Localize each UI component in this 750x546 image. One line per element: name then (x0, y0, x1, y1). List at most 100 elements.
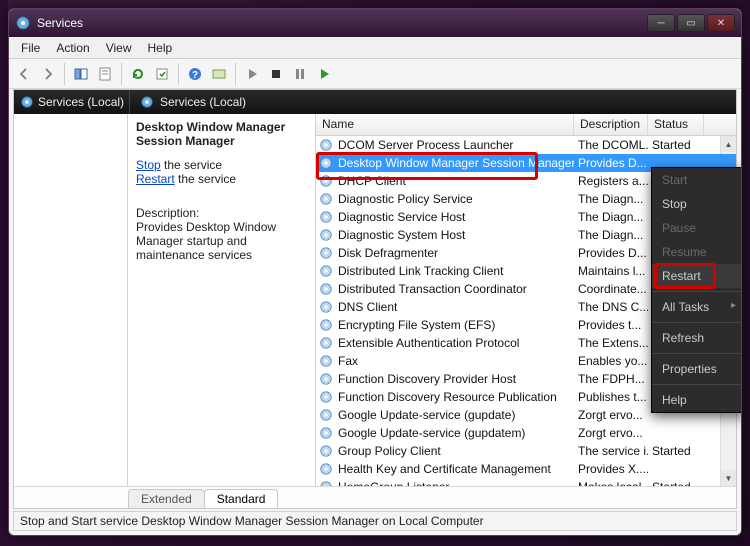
service-description: Makes local... (574, 480, 648, 486)
stop-suffix: the service (161, 158, 222, 172)
menu-action[interactable]: Action (48, 39, 97, 57)
service-name: Function Discovery Provider Host (338, 372, 574, 386)
titlebar[interactable]: Services ─ ▭ ✕ (9, 9, 741, 37)
service-icon (318, 479, 334, 486)
show-hide-tree-button[interactable] (70, 63, 92, 85)
stop-service-button[interactable] (265, 63, 287, 85)
service-icon (318, 425, 334, 441)
ctx-help[interactable]: Help (652, 388, 742, 412)
scroll-up-icon[interactable]: ▲ (721, 136, 736, 152)
ctx-refresh[interactable]: Refresh (652, 326, 742, 350)
ctx-resume[interactable]: Resume (652, 240, 742, 264)
service-description: Zorgt ervo... (574, 408, 648, 422)
service-name: Diagnostic System Host (338, 228, 574, 242)
column-description[interactable]: Description (574, 114, 648, 135)
service-status: Started (648, 138, 704, 152)
nav-tree[interactable] (14, 114, 128, 486)
service-icon (318, 461, 334, 477)
service-description: Provides D... (574, 156, 648, 170)
service-icon (318, 335, 334, 351)
menu-view[interactable]: View (98, 39, 140, 57)
restart-suffix: the service (175, 172, 236, 186)
service-description: The DNS C... (574, 300, 648, 314)
service-name: DNS Client (338, 300, 574, 314)
service-name: Distributed Transaction Coordinator (338, 282, 574, 296)
service-name: Diagnostic Policy Service (338, 192, 574, 206)
service-icon (318, 173, 334, 189)
help-button[interactable]: ? (184, 63, 206, 85)
context-menu: Start Stop Pause Resume Restart All Task… (651, 167, 742, 413)
close-button[interactable]: ✕ (707, 14, 735, 32)
export-button[interactable] (151, 63, 173, 85)
ctx-all-tasks[interactable]: All Tasks (652, 295, 742, 319)
restart-link[interactable]: Restart (136, 172, 175, 186)
service-row[interactable]: DCOM Server Process LauncherThe DCOML...… (316, 136, 736, 154)
start-service-button[interactable] (241, 63, 263, 85)
service-icon (318, 353, 334, 369)
menu-file[interactable]: File (13, 39, 48, 57)
description-text: Provides Desktop Window Manager startup … (136, 220, 307, 262)
scroll-down-icon[interactable]: ▼ (721, 470, 736, 486)
service-name: Disk Defragmenter (338, 246, 574, 260)
properties-button[interactable] (94, 63, 116, 85)
refresh-button[interactable] (127, 63, 149, 85)
service-icon (318, 155, 334, 171)
service-description: The Diagn... (574, 210, 648, 224)
ctx-restart[interactable]: Restart (652, 264, 742, 288)
menu-help[interactable]: Help (140, 39, 181, 57)
ctx-start[interactable]: Start (652, 168, 742, 192)
gear-icon (20, 95, 34, 109)
service-icon (318, 389, 334, 405)
column-status[interactable]: Status (648, 114, 704, 135)
services-window: Services ─ ▭ ✕ File Action View Help ? (8, 8, 742, 536)
service-icon (318, 443, 334, 459)
restart-service-button[interactable] (313, 63, 335, 85)
service-description: The service i... (574, 444, 648, 458)
service-description: Publishes t... (574, 390, 648, 404)
service-name: Diagnostic Service Host (338, 210, 574, 224)
svg-text:?: ? (192, 70, 198, 81)
service-name: Distributed Link Tracking Client (338, 264, 574, 278)
service-row[interactable]: Health Key and Certificate ManagementPro… (316, 460, 736, 478)
column-name[interactable]: Name (316, 114, 574, 135)
maximize-button[interactable]: ▭ (677, 14, 705, 32)
service-description: Provides t... (574, 318, 648, 332)
service-description: Zorgt ervo... (574, 426, 648, 440)
back-button[interactable] (13, 63, 35, 85)
service-name: Group Policy Client (338, 444, 574, 458)
service-row[interactable]: Google Update-service (gupdatem)Zorgt er… (316, 424, 736, 442)
service-icon (318, 137, 334, 153)
service-row[interactable]: HomeGroup ListenerMakes local...Started (316, 478, 736, 486)
tab-extended[interactable]: Extended (128, 489, 205, 508)
service-description: Provides X.... (574, 462, 648, 476)
service-description: The Extens... (574, 336, 648, 350)
service-icon (318, 317, 334, 333)
service-name: HomeGroup Listener (338, 480, 574, 486)
ctx-separator (652, 353, 742, 354)
service-icon (318, 245, 334, 261)
service-description: Provides D... (574, 246, 648, 260)
ctx-stop[interactable]: Stop (652, 192, 742, 216)
service-description: The FDPH... (574, 372, 648, 386)
ctx-separator (652, 322, 742, 323)
tab-standard[interactable]: Standard (204, 489, 279, 508)
service-icon (318, 299, 334, 315)
service-control-button[interactable] (208, 63, 230, 85)
description-label: Description: (136, 206, 307, 220)
stop-link[interactable]: Stop (136, 158, 161, 172)
toolbar: ? (9, 59, 741, 89)
view-tabs: Extended Standard (14, 486, 736, 508)
service-name: Function Discovery Resource Publication (338, 390, 574, 404)
minimize-button[interactable]: ─ (647, 14, 675, 32)
detail-pane: Desktop Window Manager Session Manager S… (128, 114, 316, 486)
services-icon (15, 15, 31, 31)
service-status: Started (648, 480, 704, 486)
service-name: DCOM Server Process Launcher (338, 138, 574, 152)
service-row[interactable]: Group Policy ClientThe service i...Start… (316, 442, 736, 460)
forward-button[interactable] (37, 63, 59, 85)
service-icon (318, 209, 334, 225)
pause-service-button[interactable] (289, 63, 311, 85)
column-headers: Name Description Status (316, 114, 736, 136)
ctx-pause[interactable]: Pause (652, 216, 742, 240)
ctx-properties[interactable]: Properties (652, 357, 742, 381)
